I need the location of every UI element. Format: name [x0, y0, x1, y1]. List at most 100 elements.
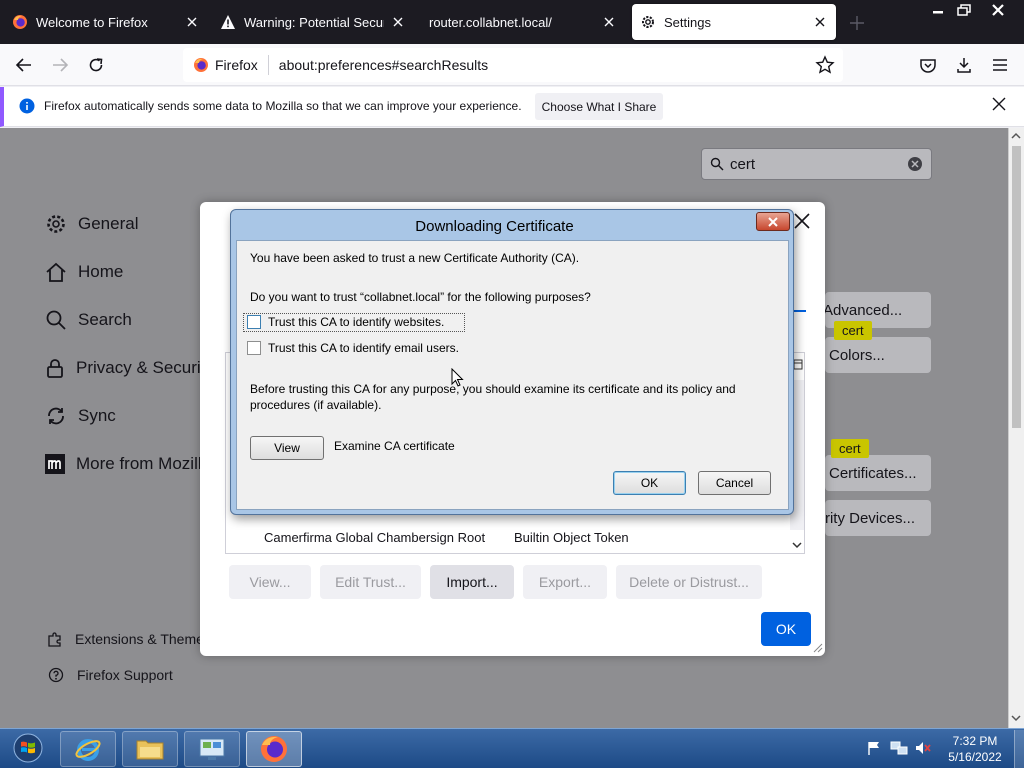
folder-icon [135, 736, 165, 762]
tab-welcome[interactable]: Welcome to Firefox [4, 4, 208, 40]
taskbar-firefox[interactable] [246, 731, 302, 767]
minimize-window-icon[interactable] [924, 0, 952, 20]
view-ca-button[interactable]: View [250, 436, 324, 460]
chevron-down-icon[interactable] [791, 540, 803, 552]
bookmark-star-icon[interactable] [815, 55, 835, 75]
window-title: Downloading Certificate [415, 217, 574, 235]
url-bar[interactable]: Firefox about:preferences#searchResults [183, 48, 843, 82]
ok-button[interactable]: OK [613, 471, 686, 495]
back-icon[interactable] [8, 49, 40, 81]
volume-muted-icon[interactable] [914, 740, 932, 756]
action-center-flag-icon[interactable] [866, 740, 882, 756]
colors-button[interactable]: Colors... [825, 337, 931, 373]
start-button[interactable] [2, 730, 54, 766]
certificate-token-cell[interactable]: Builtin Object Token [514, 530, 629, 545]
tab-security-warning[interactable]: Warning: Potential Security Risk Ahead [212, 4, 414, 40]
close-window-icon[interactable] [980, 0, 1016, 20]
search-highlight-badge: cert [831, 439, 869, 458]
certificates-button[interactable]: Certificates... [825, 455, 931, 491]
sidebar-item-label: General [78, 214, 139, 233]
sidebar-item-label: Search [78, 310, 132, 329]
sync-icon [44, 404, 68, 428]
restore-window-icon[interactable] [950, 0, 978, 20]
gear-icon [640, 14, 656, 30]
warning-text: Before trusting this CA for any purpose,… [250, 382, 736, 412]
sidebar-item-search[interactable]: Search [44, 308, 132, 332]
settings-search-input[interactable]: cert [701, 148, 932, 180]
sidebar-item-label: Privacy & Security [76, 358, 200, 377]
sidebar-item-privacy[interactable]: Privacy & Security [44, 356, 200, 380]
edit-trust-button[interactable]: Edit Trust... [320, 565, 421, 599]
tab-router[interactable]: router.collabnet.local/ [420, 4, 625, 40]
import-button[interactable]: Import... [430, 565, 514, 599]
pocket-icon[interactable] [912, 49, 944, 81]
new-tab-icon[interactable] [848, 14, 866, 32]
question-text: Do you want to trust “collabnet.local” f… [250, 290, 591, 304]
taskbar-internet-explorer[interactable] [60, 731, 116, 767]
close-icon[interactable] [390, 14, 406, 30]
security-devices-button[interactable]: Security Devices... [825, 500, 931, 536]
show-desktop-button[interactable] [1014, 730, 1024, 768]
trust-email-checkbox[interactable] [247, 341, 261, 355]
close-icon[interactable] [184, 14, 200, 30]
resize-grip-icon[interactable] [811, 641, 823, 653]
scroll-up-icon[interactable] [1011, 132, 1021, 142]
page-scrollbar[interactable] [1008, 128, 1024, 728]
clear-search-icon[interactable] [907, 156, 923, 172]
tab-label: Warning: Potential Security Risk Ahead [244, 14, 384, 30]
url-text[interactable]: about:preferences#searchResults [279, 57, 815, 73]
trust-websites-label[interactable]: Trust this CA to identify websites. [268, 315, 444, 329]
system-clock[interactable]: 7:32 PM 5/16/2022 [940, 733, 1010, 765]
sidebar-item-label: More from Mozilla [76, 454, 200, 473]
sidebar-item-more-from-mozilla[interactable]: More from Mozilla [44, 452, 200, 476]
view-ca-description: Examine CA certificate [334, 439, 455, 453]
control-panel-icon [197, 736, 227, 762]
info-icon [19, 98, 35, 114]
downloads-icon[interactable] [948, 49, 980, 81]
cert-manager-ok-button[interactable]: OK [761, 612, 811, 646]
delete-or-distrust-button[interactable]: Delete or Distrust... [616, 565, 762, 599]
forward-icon[interactable] [44, 49, 76, 81]
sidebar-item-label: Home [78, 262, 124, 281]
close-icon[interactable] [756, 212, 790, 231]
taskbar-control-panel[interactable] [184, 731, 240, 767]
gear-icon [44, 212, 68, 236]
scroll-thumb[interactable] [1012, 146, 1021, 428]
sidebar-link-extensions[interactable]: Extensions & Themes [47, 630, 200, 648]
export-button[interactable]: Export... [523, 565, 607, 599]
sidebar-link-label: Extensions & Themes [75, 631, 200, 647]
sidebar-item-home[interactable]: Home [44, 260, 123, 284]
close-icon[interactable] [812, 14, 828, 30]
app-menu-icon[interactable] [984, 49, 1016, 81]
trust-websites-checkbox[interactable] [247, 315, 261, 329]
taskbar-file-explorer[interactable] [122, 731, 178, 767]
tab-settings[interactable]: Settings [632, 4, 836, 40]
sidebar-item-sync[interactable]: Sync [44, 404, 116, 428]
certificate-name-cell[interactable]: Camerfirma Global Chambersign Root [264, 530, 485, 545]
divider [267, 55, 269, 75]
firefox-icon [259, 734, 289, 764]
view-certificate-button[interactable]: View... [229, 565, 311, 599]
close-icon[interactable] [601, 14, 617, 30]
close-icon[interactable] [992, 97, 1008, 113]
choose-what-i-share-button[interactable]: Choose What I Share [535, 93, 663, 120]
dialog-body [236, 240, 789, 510]
sidebar-link-support[interactable]: Firefox Support [47, 666, 173, 684]
tab-label: router.collabnet.local/ [429, 14, 552, 30]
notice-text: Firefox automatically sends some data to… [44, 99, 522, 113]
reload-icon[interactable] [80, 49, 112, 81]
search-icon [710, 157, 724, 171]
identity-label: Firefox [215, 57, 258, 73]
tab-label: Welcome to Firefox [36, 14, 148, 30]
firefox-icon [12, 14, 28, 30]
sidebar-item-label: Sync [78, 406, 116, 425]
sidebar-item-general[interactable]: General [44, 212, 138, 236]
internet-explorer-icon [74, 735, 102, 763]
scroll-down-icon[interactable] [1011, 714, 1021, 724]
trust-email-label[interactable]: Trust this CA to identify email users. [268, 341, 459, 355]
network-icon[interactable] [890, 740, 908, 756]
close-icon[interactable] [793, 212, 813, 232]
firefox-icon [193, 57, 209, 73]
puzzle-icon [47, 630, 63, 648]
cancel-button[interactable]: Cancel [698, 471, 771, 495]
